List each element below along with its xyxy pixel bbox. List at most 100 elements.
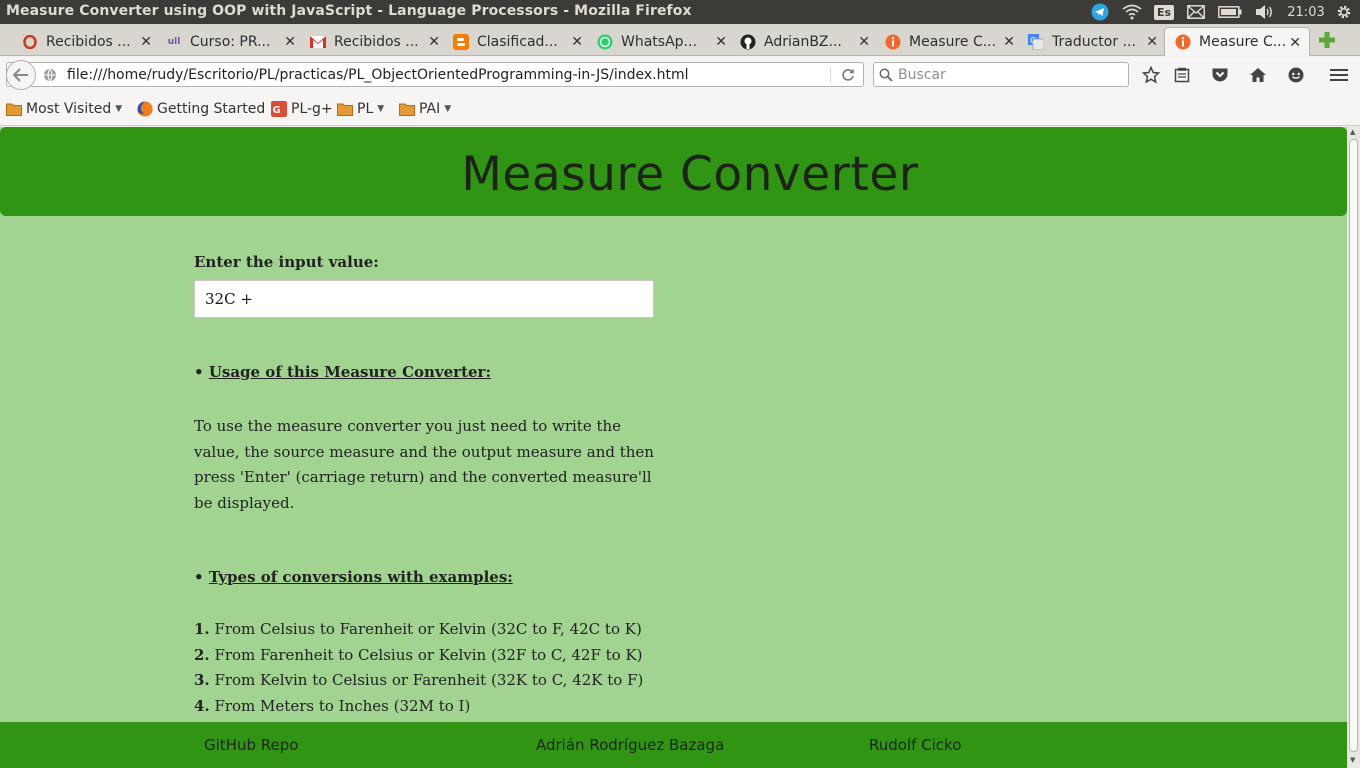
- wifi-icon[interactable]: [1121, 0, 1143, 24]
- scrollbar-thumb[interactable]: [1349, 139, 1358, 752]
- svg-text:G: G: [273, 105, 281, 116]
- hamburger-menu-icon[interactable]: [1329, 65, 1349, 85]
- list-item: 2. From Farenheit to Celsius or Kelvin (…: [194, 645, 643, 664]
- tab-label: Traductor ...: [1052, 33, 1136, 50]
- tab-label: WhatsAp...: [621, 33, 697, 50]
- home-icon[interactable]: [1248, 65, 1268, 85]
- pocket-icon[interactable]: [1210, 65, 1230, 85]
- tab-label: Recibidos ...: [334, 33, 419, 50]
- reading-list-icon[interactable]: [1172, 65, 1192, 85]
- tab-0[interactable]: Recibidos ... ✕: [22, 27, 152, 56]
- tab-1[interactable]: ull Curso: PR... ✕: [166, 27, 296, 56]
- tab-5[interactable]: AdrianBZ... ✕: [740, 27, 870, 56]
- dropdown-arrow-icon: ▼: [115, 104, 123, 114]
- reload-icon[interactable]: [841, 67, 857, 83]
- window-title: Measure Converter using OOP with JavaScr…: [6, 3, 692, 19]
- ull-icon: ull: [167, 36, 181, 47]
- scroll-up-arrow-icon[interactable]: ▲: [1350, 128, 1355, 136]
- page-title: Measure Converter: [461, 147, 919, 202]
- usage-heading: • Usage of this Measure Converter:: [194, 363, 491, 381]
- tab-7[interactable]: G Traductor ... ✕: [1028, 27, 1158, 56]
- clock[interactable]: 21:03: [1286, 0, 1326, 24]
- bookmarks-toolbar: Most Visited ▼ Getting Started G PL-g+ PL…: [0, 92, 1360, 126]
- opera-icon: [22, 34, 38, 50]
- close-tab-icon[interactable]: ✕: [284, 34, 296, 50]
- info-icon: [885, 34, 901, 50]
- search-icon: [879, 67, 893, 86]
- battery-icon[interactable]: [1217, 0, 1243, 24]
- google-plus-icon: G: [271, 101, 287, 117]
- close-tab-icon[interactable]: ✕: [1146, 34, 1158, 50]
- github-icon: [740, 34, 756, 50]
- blogger-icon: [453, 33, 469, 50]
- keyboard-layout-indicator[interactable]: Es: [1153, 0, 1175, 24]
- bookmark-pl-gplus[interactable]: G PL-g+: [271, 101, 333, 117]
- bookmark-label: Most Visited: [26, 101, 112, 117]
- info-icon: [1175, 34, 1191, 50]
- page-scrollbar[interactable]: ▲ ▼: [1347, 127, 1360, 768]
- window-title-bar: Measure Converter using OOP with JavaScr…: [0, 0, 1360, 24]
- gmail-icon: [310, 34, 326, 50]
- close-tab-icon[interactable]: ✕: [1289, 35, 1301, 51]
- globe-icon: [43, 67, 57, 86]
- dropdown-arrow-icon: ▼: [444, 104, 452, 114]
- conversions-list: 1. From Celsius to Farenheit or Kelvin (…: [194, 617, 643, 719]
- tab-label: Clasificad...: [477, 33, 558, 50]
- folder-icon: [399, 101, 415, 117]
- tab-3[interactable]: Clasificad... ✕: [453, 27, 583, 56]
- settings-gear-icon[interactable]: [1334, 0, 1354, 24]
- github-repo-link[interactable]: GitHub Repo: [204, 736, 298, 754]
- tab-6[interactable]: Measure C... ✕: [885, 27, 1015, 56]
- hello-chat-icon[interactable]: [1286, 65, 1306, 85]
- scroll-down-arrow-icon[interactable]: ▼: [1350, 756, 1355, 764]
- search-placeholder: Buscar: [898, 67, 946, 83]
- author-link-2[interactable]: Rudolf Cicko: [869, 736, 961, 754]
- close-tab-icon[interactable]: ✕: [1003, 34, 1015, 50]
- types-heading: • Types of conversions with examples:: [194, 568, 513, 586]
- page-header: Measure Converter: [0, 127, 1347, 216]
- url-text[interactable]: file:///home/rudy/Escritorio/PL/practica…: [67, 67, 688, 83]
- close-tab-icon[interactable]: ✕: [571, 34, 583, 50]
- folder-icon: [337, 101, 353, 117]
- svg-text:G: G: [1030, 36, 1036, 45]
- tab-strip: Recibidos ... ✕ ull Curso: PR... ✕ Recib…: [0, 24, 1360, 56]
- measure-input[interactable]: [194, 280, 654, 318]
- volume-icon[interactable]: [1253, 0, 1275, 24]
- tab-label: Recibidos ...: [46, 33, 131, 50]
- new-tab-plus-icon[interactable]: [1318, 31, 1336, 49]
- tab-label: AdrianBZ...: [764, 33, 842, 50]
- tab-4[interactable]: WhatsAp... ✕: [597, 27, 727, 56]
- list-item: 3. From Kelvin to Celsius or Farenheit (…: [194, 671, 644, 689]
- bookmark-folder-pai[interactable]: PAI ▼: [399, 101, 451, 117]
- input-label: Enter the input value:: [194, 253, 379, 271]
- search-bar[interactable]: Buscar: [873, 62, 1129, 87]
- mail-icon[interactable]: [1185, 0, 1207, 24]
- list-item: 4. From Meters to Inches (32M to I): [194, 696, 471, 715]
- tab-8-active[interactable]: Measure C... ✕: [1164, 27, 1310, 56]
- tab-label: Curso: PR...: [190, 33, 271, 50]
- close-tab-icon[interactable]: ✕: [715, 34, 727, 50]
- url-bar[interactable]: file:///home/rudy/Escritorio/PL/practica…: [6, 60, 864, 90]
- converter-section: Enter the input value: • Usage of this M…: [194, 253, 654, 715]
- bookmark-getting-started[interactable]: Getting Started: [137, 101, 265, 117]
- bookmark-star-icon[interactable]: [1141, 65, 1161, 85]
- close-tab-icon[interactable]: ✕: [140, 34, 152, 50]
- usage-text: To use the measure converter you just ne…: [194, 417, 654, 512]
- telegram-icon[interactable]: [1090, 0, 1110, 24]
- close-tab-icon[interactable]: ✕: [428, 34, 440, 50]
- url-separator: [830, 66, 831, 84]
- close-tab-icon[interactable]: ✕: [858, 34, 870, 50]
- bookmark-label: PL: [357, 101, 374, 117]
- navigation-bar: file:///home/rudy/Escritorio/PL/practica…: [0, 57, 1360, 92]
- dropdown-arrow-icon: ▼: [377, 104, 385, 114]
- author-link-1[interactable]: Adrián Rodríguez Bazaga: [536, 736, 724, 754]
- page-content: Measure Converter Enter the input value:…: [0, 127, 1347, 768]
- firefox-icon: [137, 101, 153, 117]
- list-item: 1. From Celsius to Farenheit or Kelvin (…: [194, 620, 642, 638]
- bookmark-folder-pl[interactable]: PL ▼: [337, 101, 384, 117]
- back-arrow-icon[interactable]: [6, 60, 36, 90]
- bookmark-most-visited[interactable]: Most Visited ▼: [6, 101, 122, 117]
- google-translate-icon: G: [1028, 33, 1044, 50]
- bookmark-label: PL-g+: [291, 101, 333, 117]
- tab-2[interactable]: Recibidos ... ✕: [310, 27, 440, 56]
